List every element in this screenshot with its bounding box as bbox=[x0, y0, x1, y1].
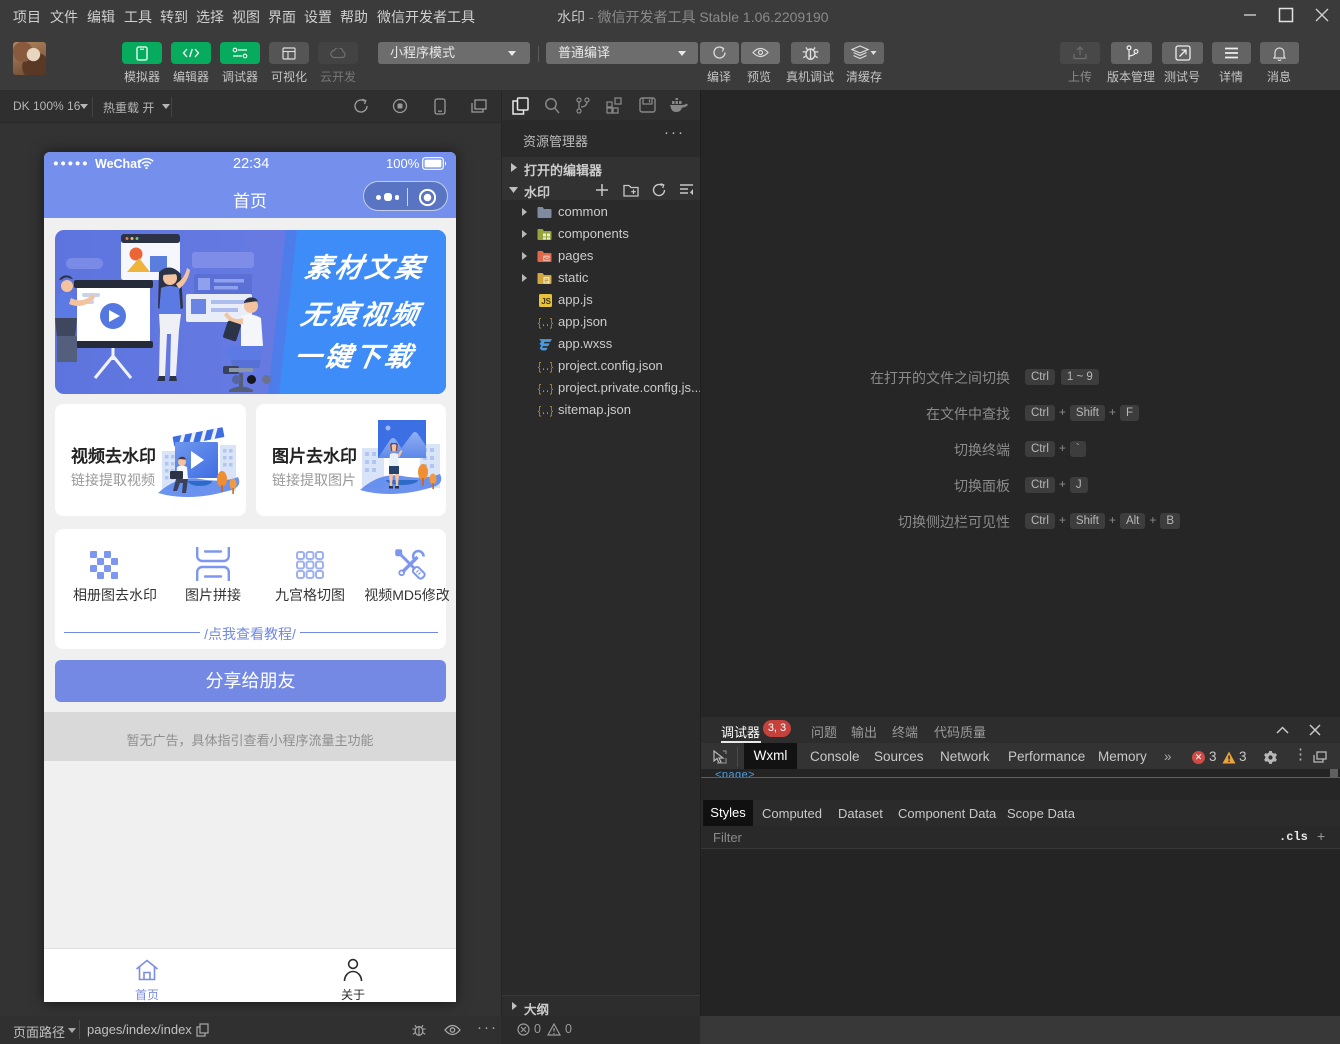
svg-text:<>: <> bbox=[544, 257, 550, 263]
svg-text:{..}: {..} bbox=[538, 384, 554, 395]
svg-text:一键下载: 一键下载 bbox=[292, 341, 418, 372]
svg-text:{..}: {..} bbox=[538, 362, 554, 373]
svg-text:JS: JS bbox=[541, 297, 551, 306]
svg-text:素材文案: 素材文案 bbox=[303, 252, 429, 283]
svg-text:{..}: {..} bbox=[538, 406, 554, 417]
svg-text:{..}: {..} bbox=[538, 318, 554, 329]
svg-text:无痕视频: 无痕视频 bbox=[298, 299, 425, 330]
